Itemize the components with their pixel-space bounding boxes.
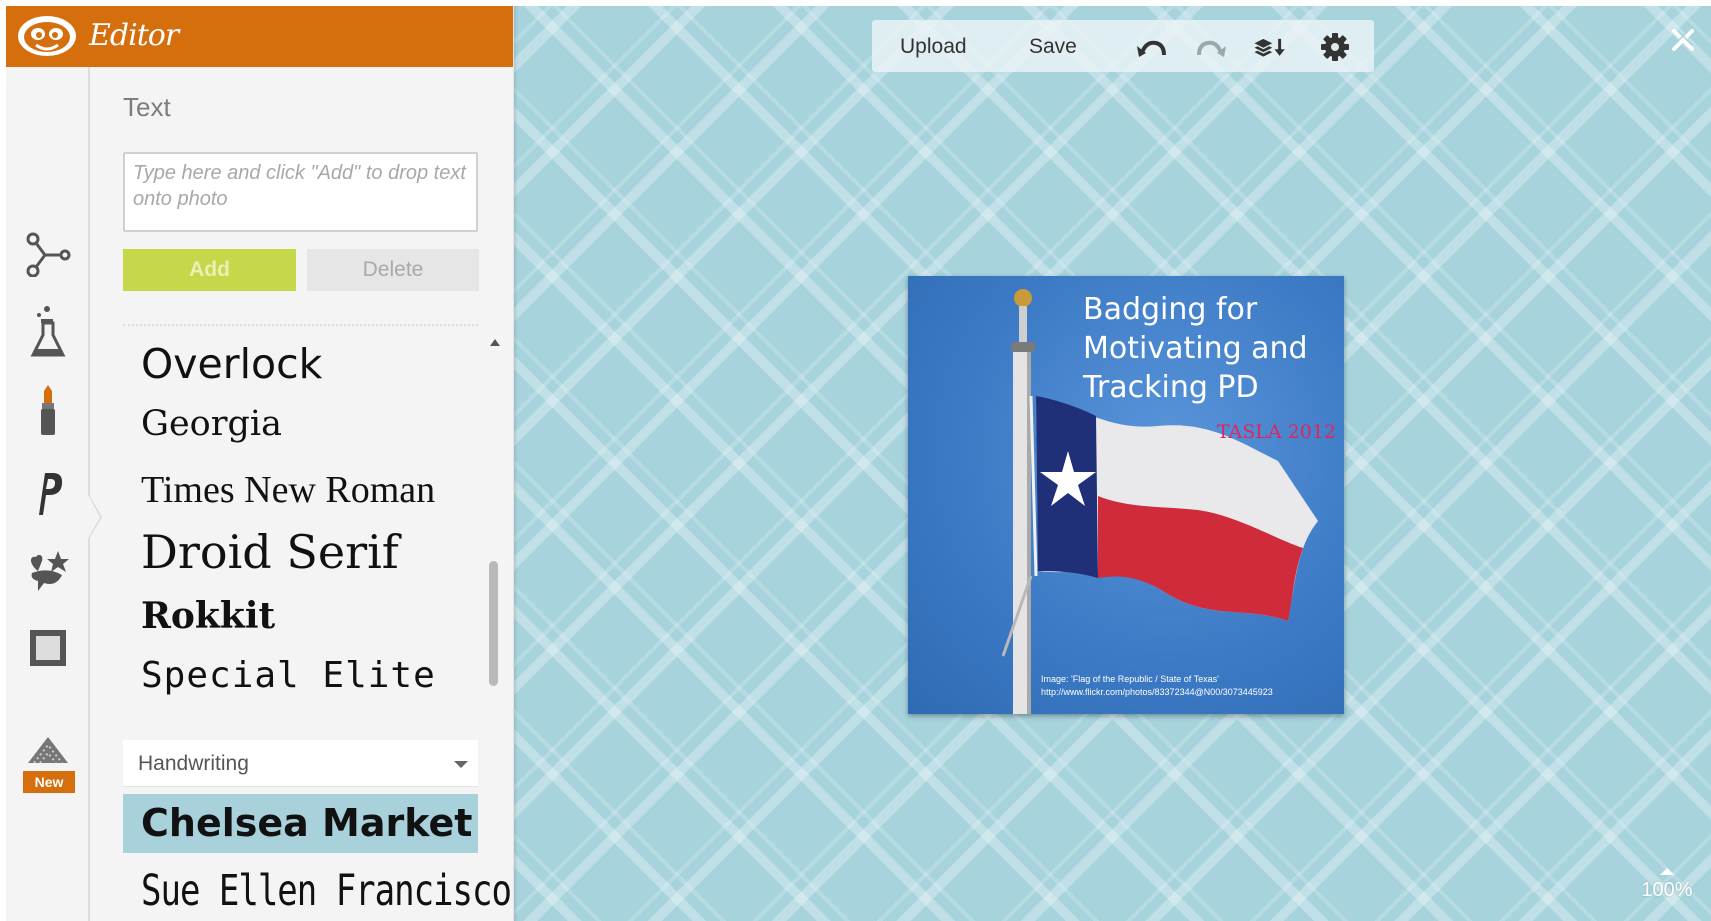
chevron-down-icon — [454, 761, 468, 768]
font-option[interactable]: Georgia — [123, 404, 478, 444]
zoom-level: 100% — [1641, 879, 1693, 901]
settings-icon[interactable] — [1318, 32, 1352, 62]
upload-button[interactable]: Upload — [900, 35, 967, 59]
font-category-label: Handwriting — [138, 752, 249, 775]
new-badge: New — [23, 771, 75, 793]
undo-icon[interactable] — [1135, 32, 1169, 62]
canvas-edge-shadow — [513, 6, 518, 921]
redo-icon[interactable] — [1194, 32, 1228, 62]
textures-icon[interactable] — [24, 724, 72, 774]
editor-canvas: Upload Save Badging for Motivating and T… — [514, 6, 1711, 921]
text-icon[interactable] — [24, 468, 72, 518]
photo-credit-line: Image: 'Flag of the Republic / State of … — [1041, 674, 1219, 684]
font-list: Overlock Georgia Times New Roman Droid S… — [123, 330, 512, 921]
top-toolbar: Upload Save — [872, 20, 1374, 72]
add-button[interactable]: Add — [123, 249, 296, 291]
photo-title-line: Badging for — [1083, 292, 1258, 327]
photo-credit: Image: 'Flag of the Republic / State of … — [1041, 673, 1273, 699]
font-option[interactable]: Times New Roman — [123, 468, 478, 512]
editor-sidebar: Editor New Text Type here and click "Add… — [6, 6, 513, 921]
panel-title: Text — [123, 92, 171, 122]
photo-title-line: Motivating and — [1083, 331, 1308, 366]
save-button[interactable]: Save — [1029, 35, 1077, 59]
font-category-select[interactable]: Handwriting — [123, 740, 478, 787]
app-title: Editor — [89, 18, 179, 53]
editor-app: Editor New Text Type here and click "Add… — [6, 6, 1711, 921]
zoom-control[interactable]: 100% — [1637, 868, 1697, 902]
editor-header: Editor — [6, 6, 513, 67]
text-input[interactable] — [123, 152, 478, 232]
font-option[interactable]: Droid Serif — [123, 525, 478, 579]
active-tool-pointer-fill — [88, 495, 100, 539]
layers-icon[interactable] — [1253, 32, 1287, 62]
chevron-up-icon — [1660, 868, 1674, 875]
photo-title: Badging for Motivating and Tracking PD — [1083, 290, 1333, 407]
effects-icon[interactable] — [24, 229, 72, 279]
stickers-icon[interactable] — [24, 546, 72, 596]
close-icon[interactable] — [1669, 26, 1697, 54]
font-option-selected[interactable]: Chelsea Market — [123, 794, 478, 853]
font-list-scrollbar[interactable] — [489, 561, 498, 686]
font-option[interactable]: Special Elite — [123, 655, 478, 696]
delete-button[interactable]: Delete — [307, 249, 479, 291]
font-option[interactable]: Overlock — [123, 340, 478, 388]
frames-icon[interactable] — [24, 623, 72, 673]
scroll-up-arrow[interactable] — [490, 339, 500, 346]
photo-credit-line: http://www.flickr.com/photos/83372344@N0… — [1041, 687, 1273, 697]
list-divider — [123, 324, 478, 326]
monkey-logo-icon — [18, 16, 76, 56]
photo-title-line: Tracking PD — [1083, 370, 1259, 405]
font-option[interactable]: Sue Ellen Francisco — [123, 866, 512, 916]
photo-canvas[interactable]: Badging for Motivating and Tracking PD T… — [908, 276, 1344, 714]
lab-icon[interactable] — [24, 306, 72, 358]
photo-event-label: TASLA 2012 — [1216, 421, 1336, 443]
font-option[interactable]: Rokkit — [123, 595, 478, 637]
touch-up-icon[interactable] — [24, 385, 72, 435]
